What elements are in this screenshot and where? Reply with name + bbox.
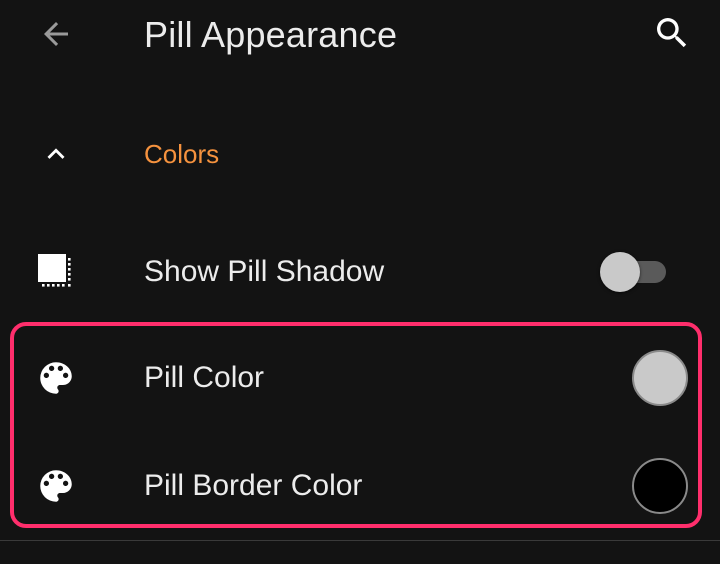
colors-section-header[interactable]: Colors <box>0 122 720 186</box>
page-title: Pill Appearance <box>144 14 398 55</box>
chevron-up-icon <box>47 148 65 159</box>
shadow-icon <box>38 254 71 287</box>
back-button[interactable] <box>28 12 84 56</box>
setting-row-pill-border-color[interactable]: Pill Border Color <box>0 440 720 532</box>
palette-icon <box>40 362 72 394</box>
section-title: Colors <box>144 139 220 169</box>
setting-label: Show Pill Shadow <box>144 255 385 288</box>
row-icon-wrap <box>34 250 78 294</box>
toggle-thumb <box>600 252 640 292</box>
search-button[interactable] <box>644 10 700 56</box>
row-icon-wrap <box>34 464 78 508</box>
row-icon-wrap <box>34 356 78 400</box>
arrow-back-icon <box>44 22 68 46</box>
divider <box>0 540 720 541</box>
setting-row-show-pill-shadow[interactable]: Show Pill Shadow <box>0 226 720 318</box>
setting-row-pill-color[interactable]: Pill Color <box>0 332 720 424</box>
show-pill-shadow-toggle[interactable] <box>600 251 668 293</box>
pill-border-color-swatch[interactable] <box>632 458 688 514</box>
setting-label: Pill Border Color <box>144 469 363 502</box>
pill-appearance-screen: Pill Appearance Colors Show Pill Shadow … <box>0 0 720 564</box>
setting-label: Pill Color <box>144 361 265 394</box>
search-icon <box>657 18 687 48</box>
pill-color-swatch[interactable] <box>632 350 688 406</box>
chevron-wrap <box>34 136 78 172</box>
palette-icon <box>40 470 72 502</box>
